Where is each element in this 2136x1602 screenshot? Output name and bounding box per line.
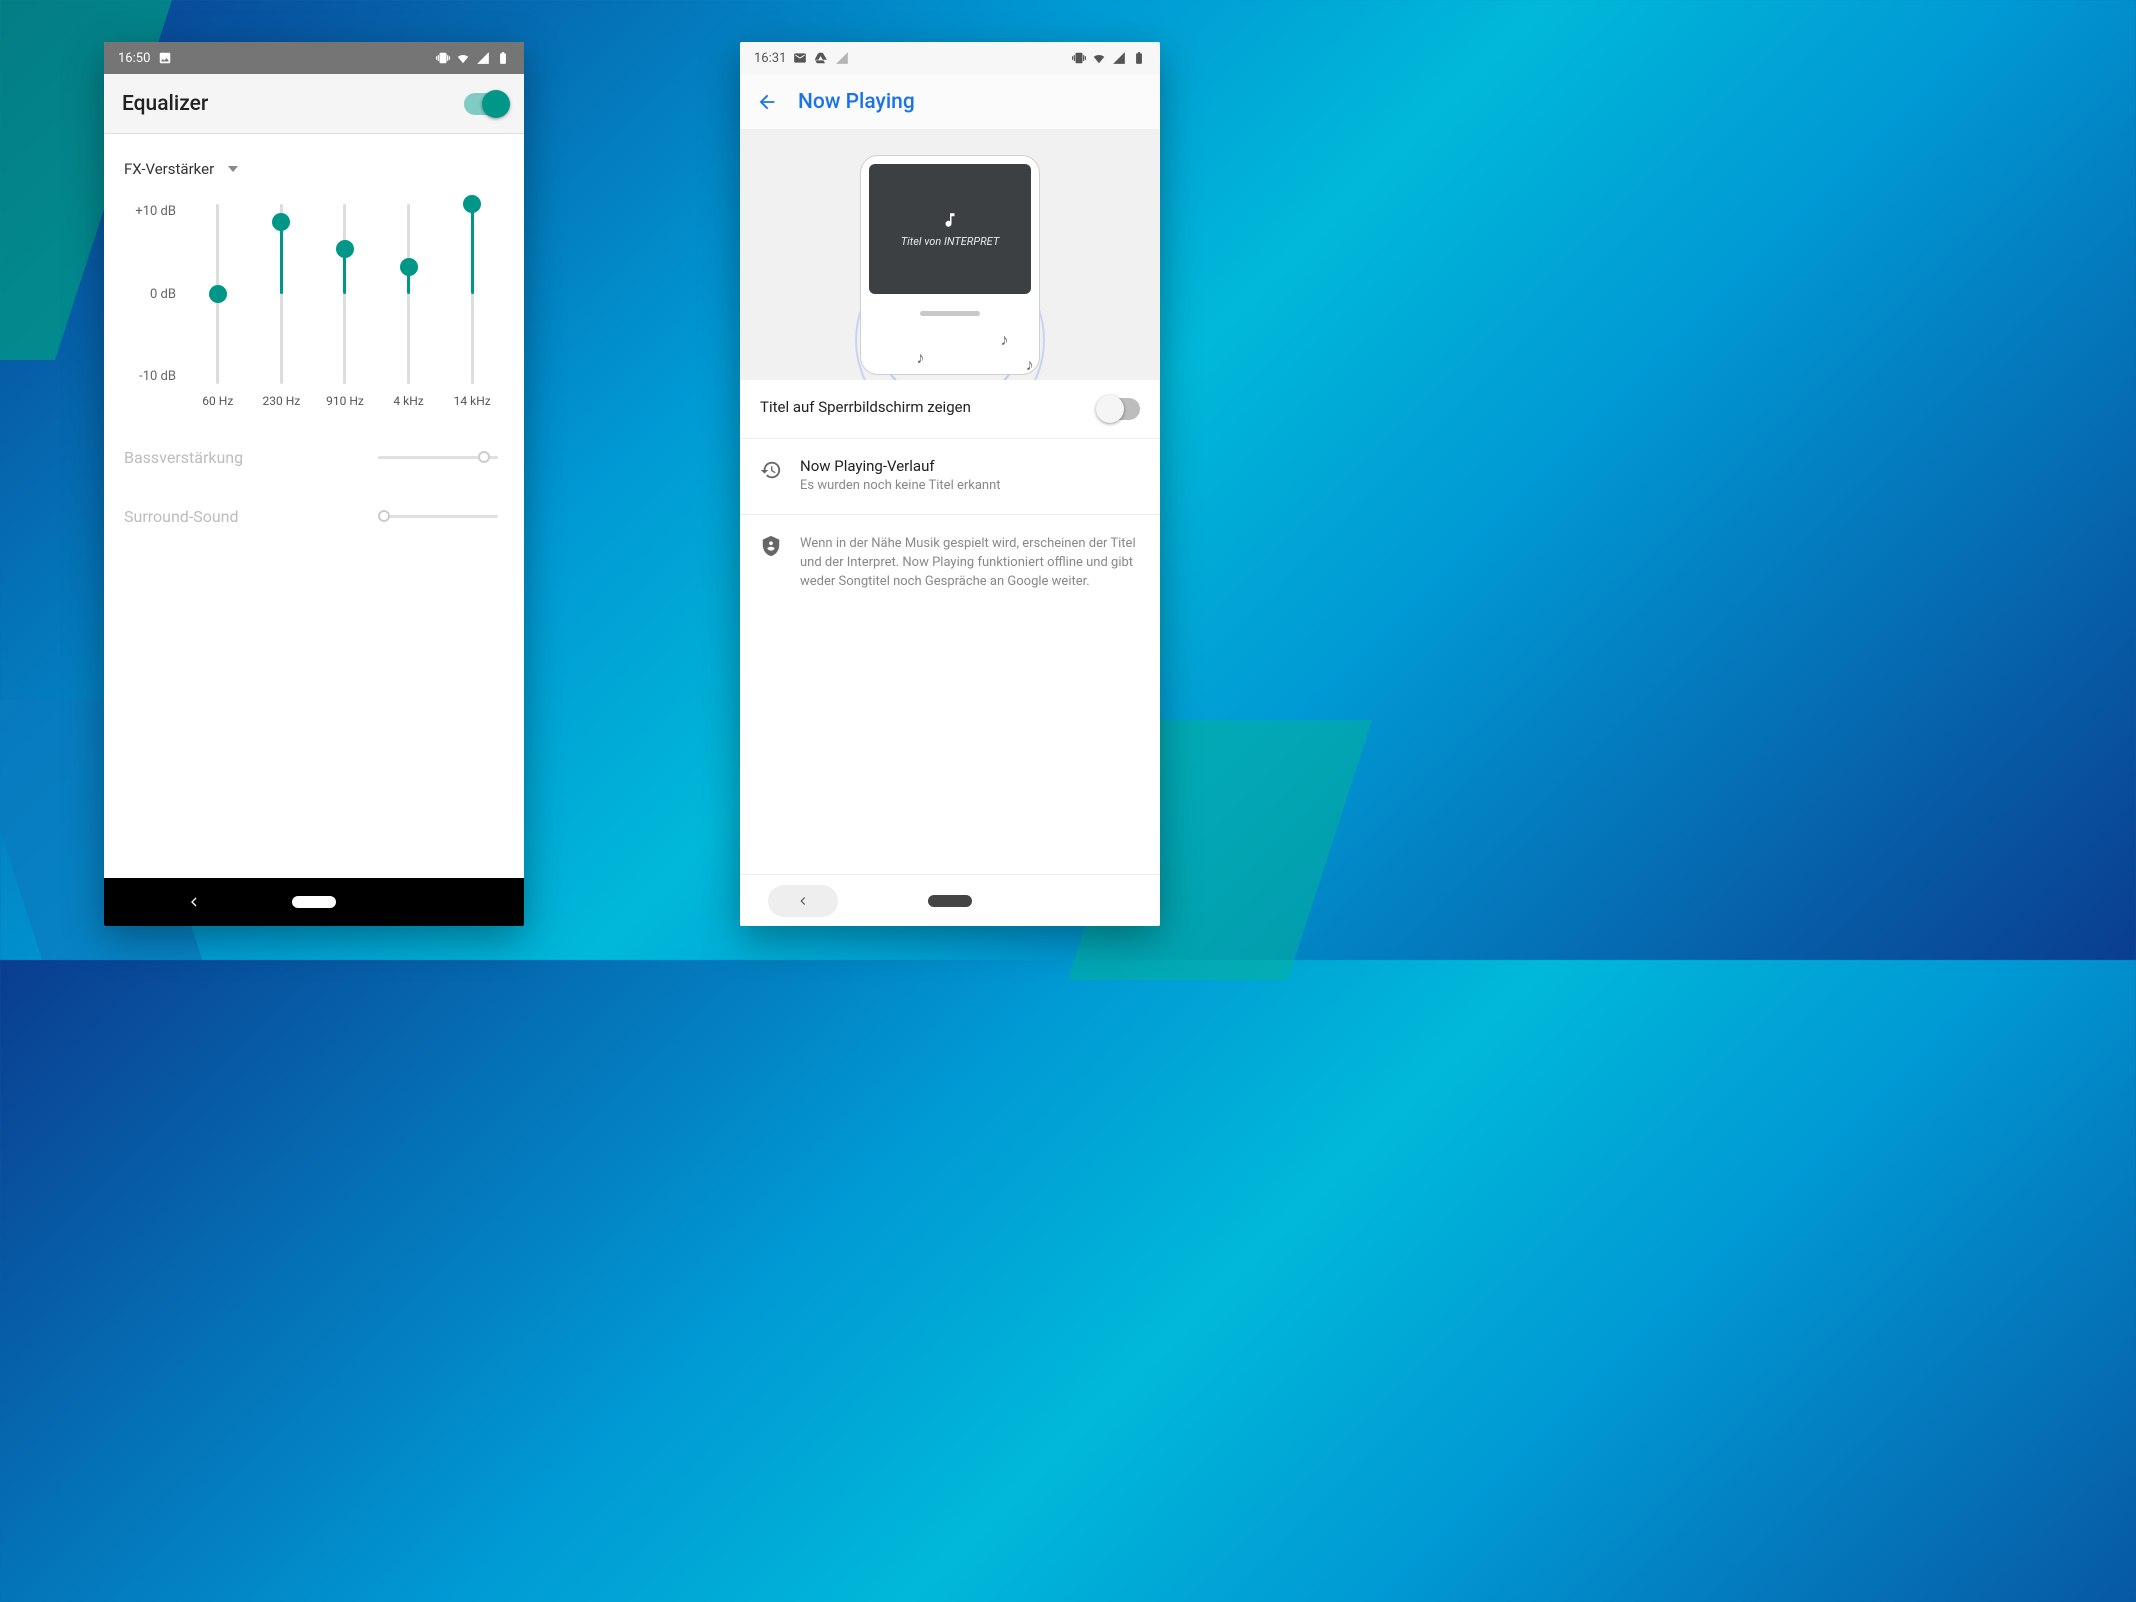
status-time: 16:50 xyxy=(118,51,150,66)
surround-row: Surround-Sound xyxy=(124,507,504,526)
eq-band-slider[interactable] xyxy=(389,204,429,384)
phone-now-playing: 16:31 Now Playing Titel von INTERPRET ♪ … xyxy=(740,42,1160,926)
band-freq-label: 910 Hz xyxy=(318,394,372,408)
history-icon xyxy=(760,459,782,481)
lock-screen-toggle[interactable] xyxy=(1098,398,1140,420)
status-time: 16:31 xyxy=(754,51,786,66)
vibrate-icon xyxy=(1072,51,1086,65)
eq-band-slider[interactable] xyxy=(261,204,301,384)
image-icon xyxy=(158,51,172,65)
chevron-left-icon xyxy=(796,894,810,908)
y-label: +10 dB xyxy=(124,204,176,219)
music-note-icon: ♪ xyxy=(1000,330,1008,350)
shield-icon xyxy=(760,535,782,557)
nav-bar xyxy=(740,874,1160,926)
eq-band-slider[interactable] xyxy=(198,204,238,384)
hero-track-line: Titel von INTERPRET xyxy=(901,235,999,248)
app-bar: Now Playing xyxy=(740,74,1160,130)
gmail-icon xyxy=(793,51,807,65)
signal-small-icon xyxy=(835,51,849,65)
band-freq-label: 230 Hz xyxy=(254,394,308,408)
signal-icon xyxy=(1112,51,1126,65)
y-label: 0 dB xyxy=(124,287,176,302)
status-bar: 16:50 xyxy=(104,42,524,74)
equalizer-toggle[interactable] xyxy=(464,93,506,115)
phone-equalizer: 16:50 Equalizer FX-Verstärker +10 dB 0 d… xyxy=(104,42,524,926)
history-title: Now Playing-Verlauf xyxy=(800,457,1140,475)
nav-home-pill[interactable] xyxy=(292,896,336,908)
signal-icon xyxy=(476,51,490,65)
page-title: Now Playing xyxy=(798,90,915,114)
info-text: Wenn in der Nähe Musik gespielt wird, er… xyxy=(800,535,1140,592)
battery-icon xyxy=(496,51,510,65)
battery-icon xyxy=(1132,51,1146,65)
nav-bar xyxy=(104,878,524,926)
wifi-icon xyxy=(1092,51,1106,65)
music-note-icon: ♪ xyxy=(1026,355,1034,375)
info-row: Wenn in der Nähe Musik gespielt wird, er… xyxy=(740,515,1160,610)
band-freq-label: 4 kHz xyxy=(382,394,436,408)
lock-toggle-label: Titel auf Sperrbildschirm zeigen xyxy=(760,398,1080,416)
surround-slider xyxy=(378,515,498,518)
band-freq-label: 14 kHz xyxy=(445,394,499,408)
nav-back-button[interactable] xyxy=(768,885,838,917)
history-row[interactable]: Now Playing-Verlauf Es wurden noch keine… xyxy=(740,439,1160,515)
wifi-icon xyxy=(456,51,470,65)
bass-boost-row: Bassverstärkung xyxy=(124,448,504,467)
bass-boost-label: Bassverstärkung xyxy=(124,448,243,467)
eq-band-slider[interactable] xyxy=(452,204,492,384)
nav-back-icon[interactable] xyxy=(186,894,202,910)
vibrate-icon xyxy=(436,51,450,65)
preset-label: FX-Verstärker xyxy=(124,160,214,178)
app-bar: Equalizer xyxy=(104,74,524,134)
bass-boost-slider xyxy=(378,456,498,459)
back-arrow-icon[interactable] xyxy=(756,91,778,113)
chevron-down-icon xyxy=(228,166,238,172)
hero-illustration: Titel von INTERPRET ♪ ♪ ♪ xyxy=(740,130,1160,380)
eq-band-slider[interactable] xyxy=(325,204,365,384)
band-freq-label: 60 Hz xyxy=(191,394,245,408)
music-note-icon: ♪ xyxy=(916,348,924,368)
history-subtitle: Es wurden noch keine Titel erkannt xyxy=(800,477,1140,496)
page-title: Equalizer xyxy=(122,92,208,116)
drive-icon xyxy=(814,51,828,65)
preset-dropdown[interactable]: FX-Verstärker xyxy=(124,152,504,198)
lock-screen-toggle-row[interactable]: Titel auf Sperrbildschirm zeigen xyxy=(740,380,1160,439)
surround-label: Surround-Sound xyxy=(124,507,239,526)
music-note-icon xyxy=(941,211,959,229)
status-bar: 16:31 xyxy=(740,42,1160,74)
nav-home-pill[interactable] xyxy=(928,895,972,907)
y-label: -10 dB xyxy=(124,369,176,384)
equalizer-sliders: +10 dB 0 dB -10 dB xyxy=(124,204,504,384)
